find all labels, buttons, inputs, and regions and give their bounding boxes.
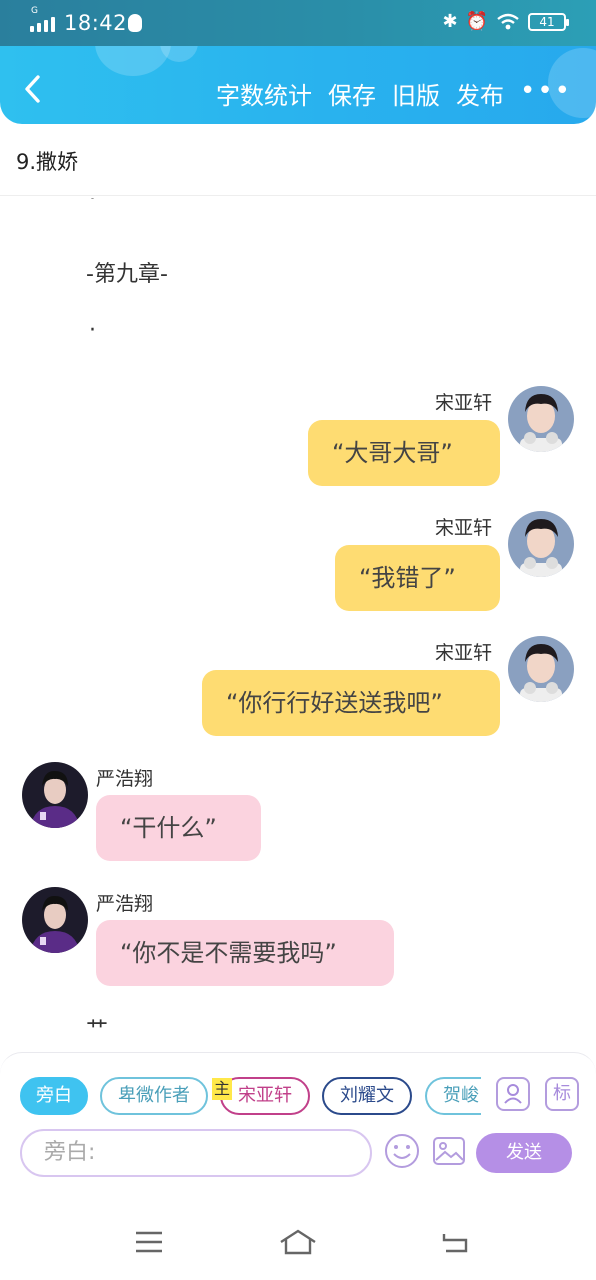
avatar[interactable] [508, 386, 574, 452]
image-icon[interactable] [431, 1133, 467, 1169]
wifi-icon [497, 13, 519, 29]
narration-dot: · [89, 198, 96, 211]
network-type: G [31, 6, 38, 16]
character-manage-icon[interactable] [496, 1077, 530, 1111]
narration-text: 艹 [86, 1018, 109, 1043]
role-chip-narration[interactable]: 旁白 [20, 1077, 88, 1115]
role-chip-he-junlin[interactable]: 贺峻 [425, 1077, 481, 1115]
speaker-name: 宋亚轩 [435, 517, 493, 539]
editor-toolbar: 字数统计 保存 旧版 发布 ••• [0, 46, 596, 124]
home-icon[interactable] [278, 1228, 318, 1256]
menu-icon[interactable] [134, 1230, 164, 1254]
speaker-name: 宋亚轩 [435, 642, 493, 664]
status-bar: G 18:42 ✱ ⏰ 41 [0, 0, 596, 46]
speaker-name: 严浩翔 [96, 893, 154, 915]
message-bubble[interactable]: “干什么” [96, 795, 261, 861]
avatar[interactable] [508, 636, 574, 702]
system-nav-bar [0, 1178, 596, 1280]
status-icons: ✱ ⏰ 41 [442, 11, 569, 32]
save-button[interactable]: 保存 [328, 76, 376, 111]
message-bubble[interactable]: “大哥大哥” [308, 420, 500, 486]
avatar[interactable] [22, 762, 88, 828]
chapter-title[interactable]: 9.撒娇 [0, 138, 596, 196]
chevron-left-icon[interactable] [16, 72, 50, 106]
label-button[interactable]: 标 [545, 1077, 579, 1111]
more-options-button[interactable]: ••• [520, 76, 572, 111]
publish-button[interactable]: 发布 [456, 76, 504, 111]
role-chip-liu-yaowen[interactable]: 刘耀文 [322, 1077, 412, 1115]
speaker-name: 严浩翔 [96, 768, 154, 790]
story-content: · -第九章- · 宋亚轩 “大哥大哥” 宋亚轩 “我错了” 宋亚轩 “你行行好… [0, 198, 596, 1050]
status-time: 18:42 [64, 11, 128, 35]
emoji-icon[interactable] [384, 1133, 420, 1169]
avatar[interactable] [22, 887, 88, 953]
chapter-heading: -第九章- [86, 262, 168, 287]
speaker-name: 宋亚轩 [435, 392, 493, 414]
role-chip-song-yaxuan[interactable]: 宋亚轩 [220, 1077, 310, 1115]
back-icon[interactable] [440, 1230, 470, 1254]
narration-dot: · [89, 318, 96, 343]
qq-icon [128, 14, 142, 32]
old-version-button[interactable]: 旧版 [392, 76, 440, 111]
message-bubble[interactable]: “你不是不需要我吗” [96, 920, 394, 986]
message-bubble[interactable]: “我错了” [335, 545, 500, 611]
main-role-badge: 主 [212, 1078, 232, 1100]
avatar[interactable] [508, 511, 574, 577]
message-input[interactable]: 旁白: [20, 1129, 372, 1177]
role-chip-author[interactable]: 卑微作者 [100, 1077, 208, 1115]
word-count-button[interactable]: 字数统计 [216, 76, 312, 111]
composer-panel: 旁白 卑微作者 宋亚轩 主 刘耀文 贺峻 标 旁白: 发送 [0, 1052, 596, 1178]
message-bubble[interactable]: “你行行好送送我吧” [202, 670, 500, 736]
send-button[interactable]: 发送 [476, 1133, 572, 1173]
battery-indicator: 41 [528, 12, 569, 31]
alarm-icon: ⏰ [465, 11, 488, 32]
bluetooth-icon: ✱ [442, 11, 458, 32]
app-header: G 18:42 ✱ ⏰ 41 字数统计 保存 旧版 发布 ••• [0, 0, 596, 124]
